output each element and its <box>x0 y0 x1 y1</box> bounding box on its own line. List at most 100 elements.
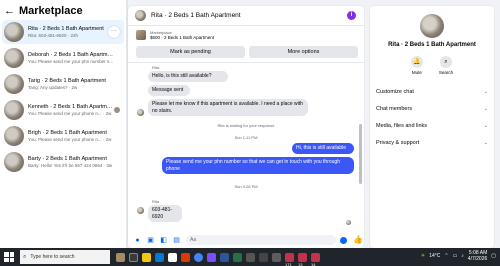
customize-chat-row[interactable]: Customize chat ⌄ <box>370 86 494 98</box>
row-label: Customize chat <box>376 89 414 95</box>
task-view-icon[interactable] <box>129 252 138 262</box>
row-label: Chat members <box>376 106 413 112</box>
chevron-down-icon: ⌄ <box>483 123 488 129</box>
taskbar-search[interactable]: ⌕ Type here to search <box>20 250 110 264</box>
conversation-item[interactable]: Kenneth · 2 Beds 1 Bath Apartme... You: … <box>2 98 124 122</box>
task-view-icon[interactable] <box>116 252 125 262</box>
chrome-icon[interactable] <box>194 252 203 262</box>
avatar <box>137 109 144 116</box>
more-options-button[interactable]: More options <box>249 46 358 58</box>
weather-icon[interactable]: ☀ <box>421 253 425 259</box>
date: 4/7/2026 <box>467 256 488 262</box>
scrollbar-thumb[interactable] <box>359 124 362 184</box>
avatar <box>4 100 24 120</box>
taskbar-apps: 171 13 14 <box>116 252 320 266</box>
conversation-item[interactable]: Rita · 2 Beds 1 Bath Apartment Rita: 603… <box>2 20 124 44</box>
row-label: Media, files and links <box>376 123 428 129</box>
listing-thumbnail <box>136 30 146 40</box>
chevron-up-icon[interactable]: ⌃ <box>444 253 448 259</box>
seen-avatar-icon <box>114 107 120 113</box>
sender-name: Rita <box>152 199 160 204</box>
mute-button[interactable]: 🔔 Mute <box>410 56 423 75</box>
microphone-icon[interactable]: ● <box>134 237 141 244</box>
avatar <box>420 14 444 38</box>
details-actions: 🔔 Mute ⌕ Search <box>370 56 494 75</box>
conversation-preview: Barty: Hello! Yes it'll be 567 424 0664 … <box>28 162 113 168</box>
conversation-header: Rita · 2 Beds 1 Bath Apartment i <box>128 6 364 26</box>
conversation-item[interactable]: Tarig · 2 Beds 1 Bath Apartment Tarig: A… <box>2 72 124 96</box>
temperature[interactable]: 14°C <box>429 253 440 259</box>
chevron-down-icon: ⌄ <box>483 140 488 146</box>
avatar <box>4 152 24 172</box>
avatar <box>4 22 24 42</box>
row-label: Privacy & support <box>376 140 420 146</box>
chevron-down-icon: ⌄ <box>483 106 488 112</box>
more-options-icon[interactable]: ··· <box>108 26 120 38</box>
taskbar-search-placeholder: Type here to search <box>30 254 75 260</box>
file-explorer-icon[interactable] <box>142 252 151 262</box>
conversation-preview: Rita: 603-481-6920 · 22h <box>28 32 79 38</box>
message-incoming: Please let me know if this apartment is … <box>148 99 308 116</box>
word-icon[interactable] <box>220 252 229 262</box>
store-icon[interactable] <box>168 252 177 262</box>
page-title: Marketplace <box>19 5 83 17</box>
scrollbar[interactable] <box>359 64 362 224</box>
waiting-notice: Rita is waiting for your response <box>217 123 275 128</box>
conversation-item[interactable]: Deborah · 2 Beds 1 Bath Apartment You: P… <box>2 46 124 70</box>
listing-price: $600 · 2 Beds 1 Bath Apartment <box>150 34 215 40</box>
message-outgoing: Hi, this is still available <box>292 143 354 154</box>
mute-label: Mute <box>411 70 422 75</box>
avatar <box>4 48 24 68</box>
badge-count: 14 <box>311 261 316 266</box>
windows-start-icon[interactable] <box>4 252 14 262</box>
info-icon[interactable]: i <box>347 11 356 20</box>
app-icon[interactable] <box>246 252 255 262</box>
volume-icon[interactable]: ♪ <box>461 253 464 259</box>
badge-icon[interactable]: 13 <box>298 252 307 266</box>
message-input[interactable]: Aa <box>186 235 336 245</box>
conversation-details-panel: Rita · 2 Beds 1 Bath Apartment 🔔 Mute ⌕ … <box>370 6 494 248</box>
badge-icon[interactable]: 171 <box>285 252 294 266</box>
excel-icon[interactable] <box>233 252 242 262</box>
edge-icon[interactable] <box>155 252 164 262</box>
badge-icon[interactable]: 14 <box>311 252 320 266</box>
mark-as-pending-button[interactable]: Mark as pending <box>136 46 245 58</box>
conversation-title[interactable]: Rita · 2 Beds 1 Bath Apartment <box>151 12 241 19</box>
image-icon[interactable]: ▣ <box>147 237 154 244</box>
conversation-panel: Rita · 2 Beds 1 Bath Apartment i Marketp… <box>128 6 364 248</box>
search-button[interactable]: ⌕ Search <box>439 56 453 75</box>
badge-count: 13 <box>298 261 303 266</box>
gif-icon[interactable]: ▤ <box>173 237 180 244</box>
read-receipt-avatar <box>346 220 351 225</box>
app-icon[interactable] <box>259 252 268 262</box>
clock[interactable]: 5:08 AM 4/7/2026 <box>468 250 487 262</box>
message-incoming: Hello, is this still available? <box>148 71 228 82</box>
conversation-preview: You: Please send me your phone n... · 2w <box>28 110 112 116</box>
conversation-item[interactable]: Barty · 2 Beds 1 Bath Apartment Barty: H… <box>2 150 124 174</box>
listing-summary[interactable]: Marketplace $600 · 2 Beds 1 Bath Apartme… <box>128 27 364 43</box>
search-icon: ⌕ <box>439 56 452 68</box>
message-composer: ● ▣ ◧ ▤ Aa 👍 <box>128 232 364 248</box>
windows-taskbar: ⌕ Type here to search 171 13 14 ☀ 14°C ⌃… <box>0 248 500 266</box>
app-icon[interactable] <box>272 252 281 262</box>
media-files-links-row[interactable]: Media, files and links ⌄ <box>370 120 494 132</box>
privacy-support-row[interactable]: Privacy & support ⌄ <box>370 137 494 149</box>
sticker-icon[interactable]: ◧ <box>160 237 167 244</box>
sender-name: Rita <box>152 65 160 70</box>
avatar <box>4 126 24 146</box>
conversation-item[interactable]: Brigh · 2 Beds 1 Bath Apartment You: Ple… <box>2 124 124 148</box>
conversation-name: Rita · 2 Beds 1 Bath Apartment <box>28 25 104 32</box>
conversation-name: Brigh · 2 Beds 1 Bath Apartment <box>28 129 107 136</box>
system-tray: ☀ 14°C ⌃ ▭ ♪ 5:08 AM 4/7/2026 ▢ <box>421 250 496 262</box>
chat-members-row[interactable]: Chat members ⌄ <box>370 103 494 115</box>
back-arrow-icon[interactable]: ← <box>4 5 15 17</box>
notification-icon[interactable]: ▢ <box>491 253 496 259</box>
emoji-icon[interactable] <box>340 236 347 244</box>
timestamp: Sun 4:28 PM <box>234 184 258 189</box>
thumbs-up-icon[interactable]: 👍 <box>353 236 363 244</box>
office-icon[interactable] <box>181 252 190 262</box>
chat-list-panel: ← Marketplace Rita · 2 Beds 1 Bath Apart… <box>0 0 126 248</box>
conversation-name: Barty · 2 Beds 1 Bath Apartment <box>28 155 107 162</box>
app-icon[interactable] <box>207 252 216 262</box>
network-icon[interactable]: ▭ <box>453 253 458 259</box>
